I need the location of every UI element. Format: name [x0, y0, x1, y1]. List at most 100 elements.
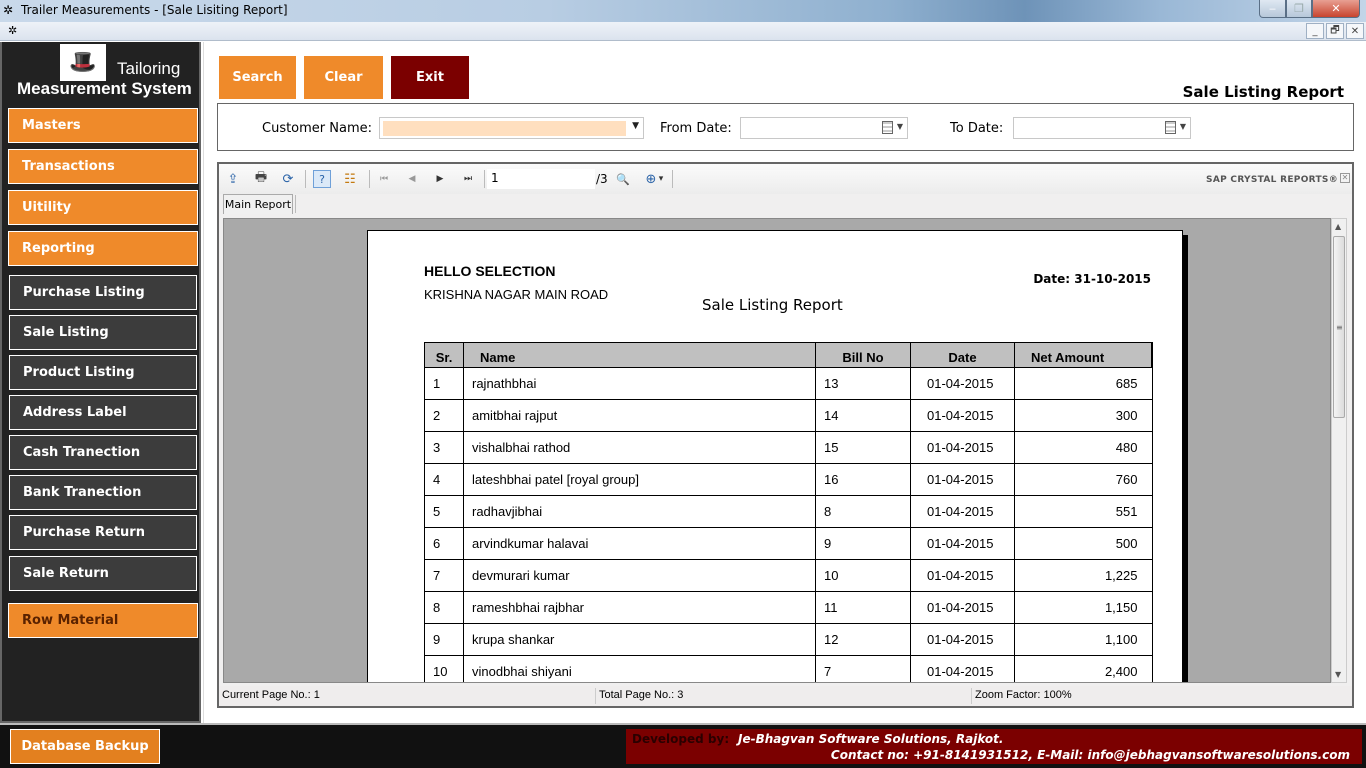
cell-name: arvindkumar halavai	[463, 527, 816, 560]
tab-main-report[interactable]: Main Report	[223, 194, 293, 214]
exit-button[interactable]: Exit	[391, 56, 469, 99]
cell-sr: 5	[424, 495, 464, 528]
viewer-toolbar: ⇪ 🖶 ⟳ ? ☷ ⏮ ◀ ▶ ⏭ 1 /3 🔍 ⊕ ▾ SAP CRYSTAL…	[219, 164, 1352, 194]
cell-bill-no: 11	[815, 591, 911, 624]
chevron-down-icon[interactable]: ▼	[1180, 122, 1186, 131]
first-page-icon[interactable]: ⏮	[375, 170, 393, 188]
table-row: 5 radhavjibhai 8 01-04-2015 551	[424, 495, 1153, 528]
filter-panel: Customer Name: ▼ From Date: ▼ To Date: ▼	[217, 103, 1354, 151]
previous-page-icon[interactable]: ◀	[403, 170, 421, 188]
calendar-icon[interactable]	[882, 121, 893, 134]
sidebar-item-bank-tranection[interactable]: Bank Tranection	[9, 475, 197, 510]
scroll-up-icon[interactable]: ▲	[1335, 222, 1341, 231]
footer-bar: Database Backup Developed by: Je-Bhagvan…	[0, 723, 1366, 768]
maximize-button[interactable]: ❐	[1286, 0, 1312, 18]
cell-date: 01-04-2015	[910, 463, 1015, 496]
clear-button[interactable]: Clear	[304, 56, 383, 99]
last-page-icon[interactable]: ⏭	[459, 170, 477, 188]
minimize-button[interactable]: ‒	[1259, 0, 1286, 18]
cell-bill-no: 16	[815, 463, 911, 496]
col-header-date: Date	[910, 342, 1015, 368]
logo: 🎩 Tailoring Measurement System	[2, 42, 199, 104]
to-date-picker[interactable]: ▼	[1013, 117, 1191, 139]
calendar-icon[interactable]	[1165, 121, 1176, 134]
cell-name: radhavjibhai	[463, 495, 816, 528]
refresh-icon[interactable]: ⟳	[279, 170, 297, 188]
cell-name: rameshbhai rajbhar	[463, 591, 816, 624]
cell-net-amount: 480	[1014, 431, 1153, 464]
from-date-picker[interactable]: ▼	[740, 117, 908, 139]
cell-net-amount: 500	[1014, 527, 1153, 560]
sidebar-item-cash-tranection[interactable]: Cash Tranection	[9, 435, 197, 470]
page-number-input[interactable]: 1	[487, 169, 595, 189]
developer-info: Developed by: Je-Bhagvan Software Soluti…	[626, 729, 1362, 764]
cell-sr: 8	[424, 591, 464, 624]
developer-contact: Contact no: +91-8141931512, E-Mail: info…	[830, 748, 1350, 762]
table-row: 10 vinodbhai shiyani 7 01-04-2015 2,400	[424, 655, 1153, 682]
mdi-close-button[interactable]: ✕	[1346, 23, 1364, 39]
zoom-dropdown-icon[interactable]: ▾	[655, 170, 667, 188]
toolbar-divider	[672, 170, 673, 188]
mdi-minimize-button[interactable]: _	[1306, 23, 1324, 39]
customer-name-combobox[interactable]: ▼	[379, 117, 644, 139]
sidebar-item-reporting[interactable]: Reporting	[8, 231, 198, 266]
cell-sr: 7	[424, 559, 464, 592]
report-canvas[interactable]: HELLO SELECTION KRISHNA NAGAR MAIN ROAD …	[223, 218, 1331, 683]
export-icon[interactable]: ⇪	[224, 170, 242, 188]
sidebar-item-transactions[interactable]: Transactions	[8, 149, 198, 184]
cell-date: 01-04-2015	[910, 431, 1015, 464]
cell-bill-no: 12	[815, 623, 911, 656]
print-icon[interactable]: 🖶	[252, 170, 270, 188]
sidebar: 🎩 Tailoring Measurement System Masters Tr…	[0, 42, 201, 723]
crystal-report-viewer: ⇪ 🖶 ⟳ ? ☷ ⏮ ◀ ▶ ⏭ 1 /3 🔍 ⊕ ▾ SAP CRYSTAL…	[217, 162, 1354, 708]
find-icon[interactable]: 🔍	[614, 170, 632, 188]
cell-sr: 2	[424, 399, 464, 432]
sidebar-item-row-material[interactable]: Row Material	[8, 603, 198, 638]
cell-date: 01-04-2015	[910, 591, 1015, 624]
company-address: KRISHNA NAGAR MAIN ROAD	[424, 287, 609, 302]
mdi-child-icon[interactable]: ✲	[8, 24, 17, 37]
from-date-label: From Date:	[660, 121, 732, 136]
cell-name: devmurari kumar	[463, 559, 816, 592]
close-icon[interactable]: ✕	[1340, 173, 1350, 183]
mdi-restore-button[interactable]: 🗗	[1326, 23, 1344, 39]
cell-sr: 3	[424, 431, 464, 464]
sidebar-item-purchase-listing[interactable]: Purchase Listing	[9, 275, 197, 310]
mdi-menubar: ✲ _ 🗗 ✕	[0, 22, 1366, 41]
cell-name: lateshbhai patel [royal group]	[463, 463, 816, 496]
col-header-net-amount: Net Amount	[1014, 342, 1153, 368]
group-tree-icon[interactable]: ☷	[341, 170, 359, 188]
scroll-down-icon[interactable]: ▼	[1335, 670, 1341, 679]
zoom-factor-status: Zoom Factor: 100%	[975, 689, 1072, 701]
sidebar-item-sale-listing[interactable]: Sale Listing	[9, 315, 197, 350]
sidebar-item-sale-return[interactable]: Sale Return	[9, 556, 197, 591]
cell-sr: 1	[424, 367, 464, 400]
cell-date: 01-04-2015	[910, 623, 1015, 656]
sidebar-item-address-label[interactable]: Address Label	[9, 395, 197, 430]
sidebar-item-purchase-return[interactable]: Purchase Return	[9, 515, 197, 550]
cell-net-amount: 551	[1014, 495, 1153, 528]
vertical-scrollbar[interactable]: ▲ ≡ ▼	[1331, 218, 1347, 683]
chevron-down-icon[interactable]: ▼	[632, 121, 639, 131]
report-date: Date: 31-10-2015	[1033, 272, 1151, 286]
cell-net-amount: 300	[1014, 399, 1153, 432]
report-page: HELLO SELECTION KRISHNA NAGAR MAIN ROAD …	[367, 230, 1183, 682]
close-button[interactable]: ✕	[1312, 0, 1360, 18]
cell-bill-no: 8	[815, 495, 911, 528]
sidebar-item-masters[interactable]: Masters	[8, 108, 198, 143]
scroll-thumb[interactable]: ≡	[1333, 236, 1345, 418]
search-button[interactable]: Search	[219, 56, 296, 99]
cell-bill-no: 15	[815, 431, 911, 464]
col-header-sr: Sr.	[424, 342, 464, 368]
sidebar-item-product-listing[interactable]: Product Listing	[9, 355, 197, 390]
cell-bill-no: 13	[815, 367, 911, 400]
sap-crystal-reports-brand: SAP CRYSTAL REPORTS®	[1206, 175, 1338, 185]
help-icon[interactable]: ?	[313, 170, 331, 188]
to-date-label: To Date:	[950, 121, 1004, 136]
logo-line1: Tailoring	[117, 59, 181, 78]
next-page-icon[interactable]: ▶	[431, 170, 449, 188]
sidebar-item-uitility[interactable]: Uitility	[8, 190, 198, 225]
chevron-down-icon[interactable]: ▼	[897, 122, 903, 131]
customer-name-value[interactable]	[383, 121, 626, 136]
database-backup-button[interactable]: Database Backup	[10, 729, 160, 764]
